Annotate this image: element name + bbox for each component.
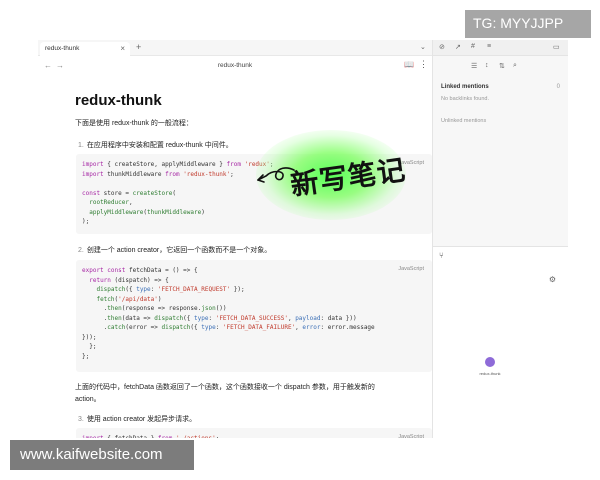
- sidebar-tab-strip: ⊘ ↗ # ≡ ▭: [433, 40, 568, 56]
- unlinked-mentions-heading[interactable]: Unlinked mentions: [441, 118, 486, 124]
- backlinks-toolbar: ☰ ↕ ⇅ ⌕: [433, 56, 568, 76]
- code-line: .then(data => dispatch({ type: 'FETCH_DA…: [82, 314, 357, 322]
- explanation-text-continued: action。: [75, 396, 101, 403]
- list-item: 1. 在应用程序中安装和配置 redux-thunk 中间件。: [78, 140, 233, 150]
- code-line: export const fetchData = () => {: [82, 267, 198, 274]
- telegram-watermark: TG: MYYJJPP: [465, 10, 591, 38]
- sidebar-toggle-icon[interactable]: ▭: [553, 43, 560, 51]
- list-number: 1.: [78, 142, 84, 149]
- list-icon[interactable]: ☰: [471, 62, 477, 70]
- outgoing-links-icon[interactable]: ↗: [455, 43, 461, 51]
- list-number: 3.: [78, 416, 84, 423]
- explanation-text: 上面的代码中，fetchData 函数返回了一个函数，这个函数接收一个 disp…: [75, 384, 375, 391]
- gear-icon[interactable]: ⚙: [549, 275, 556, 284]
- list-text: 创建一个 action creator，它返回一个函数而不是一个对象。: [86, 247, 272, 254]
- code-line: .then(response => response.json()): [82, 305, 227, 312]
- close-icon[interactable]: ×: [120, 44, 125, 53]
- code-line: fetch('/api/data'): [96, 295, 162, 303]
- outline-icon[interactable]: ≡: [487, 43, 491, 50]
- more-options-icon[interactable]: ⋮: [419, 59, 428, 70]
- tag-icon[interactable]: #: [471, 43, 475, 50]
- sort-icon[interactable]: ↕: [485, 62, 489, 69]
- code-line: .catch(error => dispatch({ type: 'FETCH_…: [82, 324, 375, 331]
- no-backlinks-text: No backlinks found.: [441, 96, 489, 102]
- search-icon[interactable]: ⌕: [513, 62, 517, 70]
- graph-node-label: redux-thunk: [479, 371, 501, 376]
- note-header-title: redux-thunk: [217, 62, 253, 69]
- right-sidebar: ⊘ ↗ # ≡ ▭ ☰ ↕ ⇅ ⌕ Linked mentions 0 No b…: [433, 40, 568, 438]
- code-line: import { fetchData } from './actions';: [82, 434, 426, 438]
- list-text: 在应用程序中安装和配置 redux-thunk 中间件。: [86, 142, 233, 149]
- website-watermark: www.kaifwebsite.com: [10, 440, 194, 470]
- code-line: return (dispatch) => {: [89, 276, 169, 284]
- code-line: }));: [82, 333, 97, 341]
- note-header: ← → redux-thunk 📖 ⋮: [38, 56, 432, 78]
- list-item: 2. 创建一个 action creator，它返回一个函数而不是一个对象。: [78, 245, 271, 255]
- linked-mentions-heading[interactable]: Linked mentions: [441, 84, 489, 90]
- code-line: };: [82, 352, 90, 360]
- list-number: 2.: [78, 247, 84, 254]
- obsidian-window: redux-thunk × + ⌄ ← → redux-thunk 📖 ⋮ re…: [38, 40, 568, 438]
- tab-label: redux-thunk: [45, 45, 80, 52]
- book-icon[interactable]: 📖: [404, 60, 414, 69]
- code-language-label: JavaScript: [398, 434, 424, 438]
- graph-node[interactable]: [485, 357, 495, 367]
- intro-text: 下面是使用 redux-thunk 的一般流程：: [75, 120, 193, 127]
- code-line: );: [82, 218, 90, 225]
- backlinks-icon[interactable]: ⊘: [439, 43, 445, 51]
- local-graph-pane: ⑂ ⚙ redux-thunk: [433, 247, 568, 438]
- graph-icon[interactable]: ⑂: [439, 251, 444, 260]
- linked-mentions-count: 0: [556, 84, 560, 90]
- code-block[interactable]: JavaScript export const fetchData = () =…: [76, 260, 432, 372]
- chevron-down-icon[interactable]: ⌄: [420, 43, 426, 51]
- code-line: };: [82, 343, 97, 350]
- list-text: 使用 action creator 发起异步请求。: [86, 416, 197, 423]
- code-block[interactable]: JavaScript import { fetchData } from './…: [76, 428, 432, 438]
- tab-redux-thunk[interactable]: redux-thunk ×: [40, 42, 130, 56]
- note-content: redux-thunk 下面是使用 redux-thunk 的一般流程： 1. 在…: [38, 78, 432, 438]
- list-item: 3. 使用 action creator 发起异步请求。: [78, 414, 196, 424]
- filter-icon[interactable]: ⇅: [499, 62, 505, 70]
- new-tab-icon[interactable]: +: [136, 42, 141, 52]
- tab-strip: redux-thunk × + ⌄: [38, 40, 432, 56]
- page-title: redux-thunk: [75, 92, 162, 109]
- code-language-label: JavaScript: [398, 266, 424, 272]
- code-line: dispatch({ type: 'FETCH_DATA_REQUEST' })…: [96, 286, 245, 293]
